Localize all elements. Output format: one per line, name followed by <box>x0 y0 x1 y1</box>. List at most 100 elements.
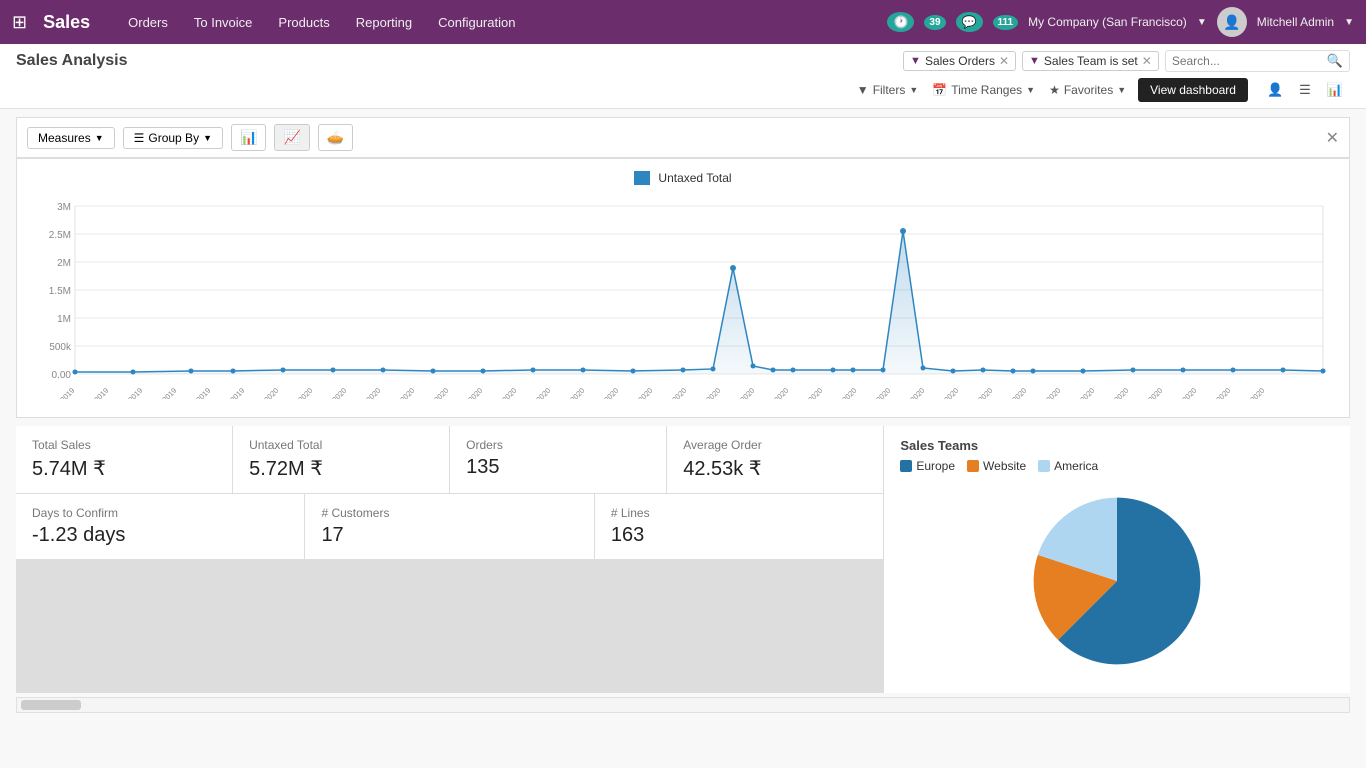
search-input[interactable] <box>1172 54 1327 68</box>
filters-dropdown-icon: ▼ <box>909 85 918 95</box>
svg-text:26 Feb 2020: 26 Feb 2020 <box>1196 386 1232 399</box>
calendar-icon: 📅 <box>932 83 947 97</box>
chart-scrollbar[interactable] <box>16 697 1350 713</box>
menu-orders[interactable]: Orders <box>118 11 178 34</box>
svg-text:26 Dec 2019: 26 Dec 2019 <box>176 386 212 399</box>
stat-days-confirm: Days to Confirm -1.23 days <box>16 494 304 559</box>
svg-text:05 Jan 2020: 05 Jan 2020 <box>313 386 349 399</box>
star-icon: ★ <box>1049 83 1060 97</box>
svg-text:16 Feb 2020: 16 Feb 2020 <box>1026 386 1062 399</box>
avg-order-value: 42.53k ₹ <box>683 456 867 481</box>
measures-dropdown-icon: ▼ <box>95 133 104 143</box>
avg-order-label: Average Order <box>683 438 867 452</box>
filter-tag-sales-team[interactable]: ▼ Sales Team is set ✕ <box>1022 51 1159 71</box>
company-selector[interactable]: My Company (San Francisco) <box>1028 15 1187 29</box>
notifications-badge[interactable]: 39 <box>924 15 945 30</box>
message-icon[interactable]: 💬 <box>956 12 983 32</box>
svg-text:29 Jan 2020: 29 Jan 2020 <box>721 386 757 399</box>
customers-label: # Customers <box>321 506 577 520</box>
pie-chart-button[interactable]: 🥧 <box>318 124 353 151</box>
filters-button[interactable]: ▼ Filters ▼ <box>857 83 918 97</box>
untaxed-total-label: Untaxed Total <box>249 438 433 452</box>
customers-value: 17 <box>321 524 577 547</box>
filter-icon: ▼ <box>857 83 869 97</box>
svg-text:18 Feb 2020: 18 Feb 2020 <box>1060 386 1096 399</box>
stat-untaxed-total: Untaxed Total 5.72M ₹ <box>233 426 449 493</box>
company-dropdown-icon[interactable]: ▼ <box>1197 17 1207 28</box>
line-chart-button[interactable]: 📈 <box>274 124 309 151</box>
scrollbar-thumb[interactable] <box>21 700 81 710</box>
search-input-wrap: 🔍 <box>1165 50 1350 72</box>
menu-products[interactable]: Products <box>268 11 339 34</box>
legend-europe: Europe <box>900 459 955 473</box>
pie-legend: Europe Website America <box>900 459 1334 473</box>
user-menu[interactable]: Mitchell Admin <box>1257 15 1334 29</box>
search-area: ▼ Sales Orders ✕ ▼ Sales Team is set ✕ 🔍 <box>903 50 1350 72</box>
svg-text:03 Jan 2020: 03 Jan 2020 <box>279 386 315 399</box>
bar-chart-button[interactable]: 📊 <box>231 124 266 151</box>
top-navigation: ⊞ Sales Orders To Invoice Products Repor… <box>0 0 1366 44</box>
funnel-icon2: ▼ <box>1029 55 1040 67</box>
untaxed-total-value: 5.72M ₹ <box>249 456 433 481</box>
svg-text:28 Dec 2019: 28 Dec 2019 <box>210 386 246 399</box>
total-sales-label: Total Sales <box>32 438 216 452</box>
svg-text:06 Feb 2020: 06 Feb 2020 <box>856 386 892 399</box>
pie-chart-title: Sales Teams <box>900 438 1334 453</box>
favorites-button[interactable]: ★ Favorites ▼ <box>1049 83 1126 97</box>
favorites-dropdown-icon: ▼ <box>1117 85 1126 95</box>
chart-legend: Untaxed Total <box>33 171 1333 185</box>
user-dropdown-icon[interactable]: ▼ <box>1344 17 1354 28</box>
orders-value: 135 <box>466 456 650 479</box>
remove-filter-sales-orders[interactable]: ✕ <box>999 54 1009 68</box>
svg-text:31 Jan 2020: 31 Jan 2020 <box>755 386 791 399</box>
svg-text:14 Feb 2020: 14 Feb 2020 <box>992 386 1028 399</box>
clock-icon[interactable]: 🕐 <box>887 12 914 32</box>
stat-lines: # Lines 163 <box>595 494 883 559</box>
svg-text:1M: 1M <box>57 314 71 325</box>
svg-text:17 Jan 2020: 17 Jan 2020 <box>517 386 553 399</box>
time-ranges-button[interactable]: 📅 Time Ranges ▼ <box>932 83 1035 97</box>
svg-text:500k: 500k <box>49 342 72 353</box>
stat-total-sales: Total Sales 5.74M ₹ <box>16 426 232 493</box>
funnel-icon: ▼ <box>910 55 921 67</box>
search-icon[interactable]: 🔍 <box>1327 53 1343 69</box>
remove-filter-sales-team[interactable]: ✕ <box>1142 54 1152 68</box>
chart-toolbar: Measures ▼ ☰ Group By ▼ 📊 📈 🥧 ✕ <box>16 117 1350 158</box>
filter-tag-sales-orders[interactable]: ▼ Sales Orders ✕ <box>903 51 1016 71</box>
svg-text:19 Jan 2020: 19 Jan 2020 <box>551 386 587 399</box>
messages-badge[interactable]: 111 <box>993 15 1019 30</box>
svg-text:22 Dec 2019: 22 Dec 2019 <box>108 386 144 399</box>
svg-text:10 Feb 2020: 10 Feb 2020 <box>924 386 960 399</box>
legend-color-box <box>634 171 650 185</box>
svg-text:24 Dec 2019: 24 Dec 2019 <box>142 386 178 399</box>
close-chart-button[interactable]: ✕ <box>1326 128 1339 148</box>
days-confirm-value: -1.23 days <box>32 524 288 547</box>
svg-text:1.5M: 1.5M <box>49 286 71 297</box>
svg-text:04 Feb 2020: 04 Feb 2020 <box>822 386 858 399</box>
svg-text:25 Jan 2020: 25 Jan 2020 <box>653 386 689 399</box>
svg-text:11 Jan 2020: 11 Jan 2020 <box>415 386 450 399</box>
website-label: Website <box>983 459 1026 473</box>
avatar[interactable]: 👤 <box>1217 7 1247 37</box>
filter-sales-team-label: Sales Team is set <box>1044 54 1138 68</box>
grid-menu-icon[interactable]: ⊞ <box>12 12 27 33</box>
svg-text:07 Jan 2020: 07 Jan 2020 <box>347 386 383 399</box>
europe-label: Europe <box>916 459 955 473</box>
pie-chart-svg <box>1017 481 1217 681</box>
svg-text:0.00: 0.00 <box>52 370 72 381</box>
measures-button[interactable]: Measures ▼ <box>27 127 115 149</box>
graph-view-button[interactable]: 👤 <box>1260 78 1290 102</box>
list-view-button[interactable]: ☰ <box>1292 78 1318 102</box>
bar-chart-view-button[interactable]: 📊 <box>1320 78 1350 102</box>
svg-text:20 Dec 2019: 20 Dec 2019 <box>74 386 110 399</box>
group-by-button[interactable]: ☰ Group By ▼ <box>123 127 223 149</box>
menu-reporting[interactable]: Reporting <box>346 11 422 34</box>
lines-value: 163 <box>611 524 867 547</box>
topnav-right: 🕐 39 💬 111 My Company (San Francisco) ▼ … <box>887 7 1354 37</box>
menu-to-invoice[interactable]: To Invoice <box>184 11 263 34</box>
stats-section: Total Sales 5.74M ₹ Untaxed Total 5.72M … <box>16 426 1350 693</box>
view-dashboard-button[interactable]: View dashboard <box>1138 78 1248 102</box>
menu-configuration[interactable]: Configuration <box>428 11 525 34</box>
main-chart: Untaxed Total 3M 2.5M 2M 1.5M 1M 500k 0.… <box>16 158 1350 418</box>
lines-label: # Lines <box>611 506 867 520</box>
